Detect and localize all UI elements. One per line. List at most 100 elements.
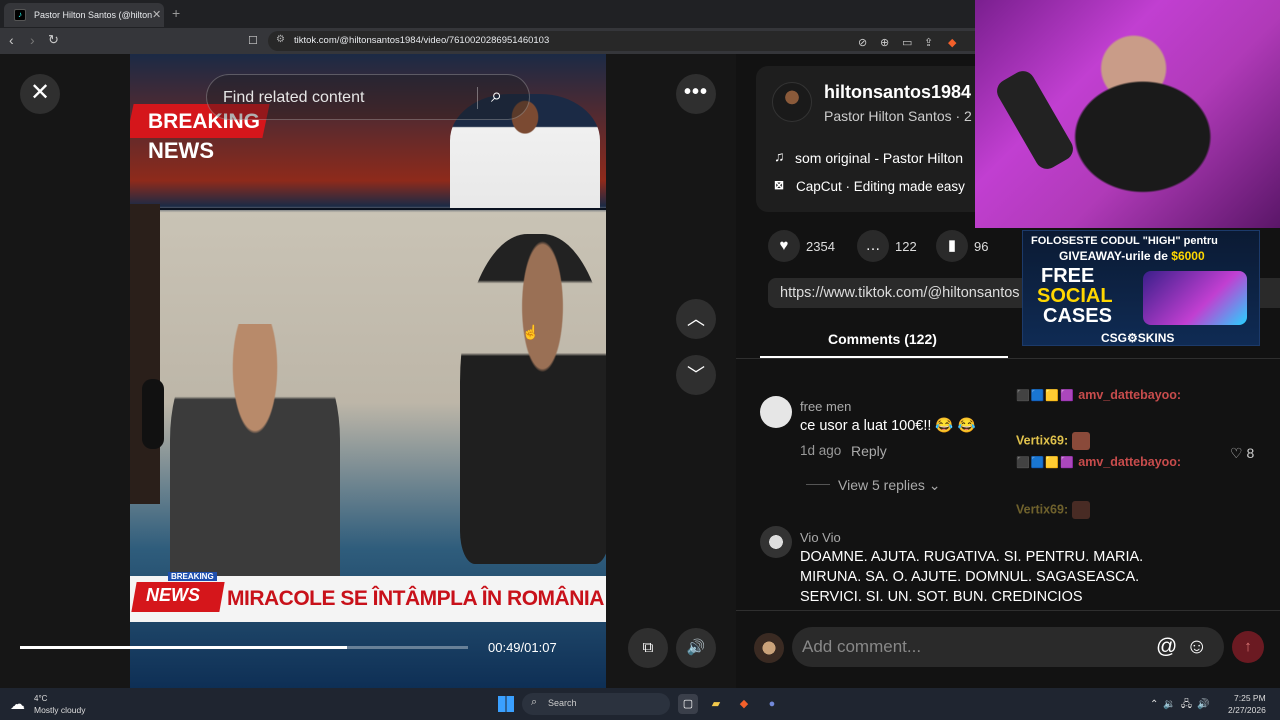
forward-icon[interactable]: ›: [30, 32, 35, 48]
author-username[interactable]: hiltonsantos1984: [824, 82, 971, 103]
clock-time[interactable]: 7:25 PM: [1234, 693, 1266, 703]
bookmark-icon[interactable]: ▮: [936, 230, 968, 262]
cast-icon[interactable]: ▭: [902, 36, 912, 49]
next-video-button[interactable]: ﹀: [676, 355, 716, 395]
zoom-icon[interactable]: ⊕: [880, 36, 889, 49]
brave-browser-icon[interactable]: ◆: [734, 694, 754, 714]
ad-brand-logo: CSG⚙SKINS: [1101, 331, 1175, 345]
headline-text: MIRACOLE SE ÎNTÂMPLA ÎN ROMÂNIA: [227, 587, 604, 610]
site-info-icon[interactable]: ⚙: [276, 34, 285, 45]
heart-icon[interactable]: ♥: [768, 230, 800, 262]
comment-author[interactable]: Vio Vio: [800, 530, 841, 545]
weather-description[interactable]: Mostly cloudy: [34, 705, 86, 715]
search-icon: ⌕: [531, 696, 538, 708]
news-label: NEWS: [148, 138, 214, 163]
bookmark-icon[interactable]: ☐: [248, 34, 258, 47]
address-bar[interactable]: ⚙ tiktok.com/@hiltonsantos1984/video/761…: [268, 31, 988, 51]
system-tray-icons[interactable]: ⌃🔉🖧🔊: [1150, 697, 1214, 714]
comment-avatar[interactable]: [760, 396, 792, 428]
volume-button[interactable]: 🔊: [676, 628, 716, 668]
stream-chat-line: ⬛🟦🟨🟪 amv_dattebayoo:: [1016, 388, 1181, 402]
progress-bar[interactable]: [20, 646, 468, 649]
comment-text-line: MIRUNA. SA. O. AJUTE. DOMNUL. SAGASEASCA…: [800, 569, 1140, 585]
related-search[interactable]: Find related content ⌕: [206, 74, 530, 120]
tiktok-favicon-icon: ♪: [14, 9, 26, 21]
comment-placeholder[interactable]: Add comment...: [802, 637, 921, 657]
mention-icon[interactable]: @: [1156, 635, 1177, 659]
ad-amount: $6000: [1171, 249, 1205, 263]
woman-figure: [170, 324, 340, 614]
taskbar-search-label: Search: [548, 698, 577, 708]
webcam-microphone: [992, 66, 1078, 174]
video-time: 00:49/01:07: [488, 640, 557, 655]
weather-temp[interactable]: 4°C: [34, 694, 47, 703]
tab-close-icon[interactable]: ✕: [152, 8, 161, 21]
clock-date[interactable]: 2/27/2026: [1228, 705, 1266, 715]
stream-chat-line: Vertix69:: [1016, 432, 1090, 450]
chat-username: Vertix69:: [1016, 502, 1069, 517]
reply-button[interactable]: Reply: [851, 443, 887, 459]
comment-input[interactable]: Add comment... @ ☺: [792, 627, 1224, 667]
video-player[interactable]: BREAKING NEWS BREAKING NEWS MIRACOLE SE …: [130, 54, 606, 688]
chat-emote-icon: [1071, 432, 1090, 450]
start-button[interactable]: [498, 696, 514, 712]
music-link[interactable]: som original - Pastor Hilton: [795, 150, 963, 166]
browser-tab[interactable]: ♪ Pastor Hilton Santos (@hilton ✕: [4, 3, 164, 27]
send-button[interactable]: ↑: [1232, 631, 1264, 663]
search-icon[interactable]: ⌕: [491, 85, 502, 108]
close-button[interactable]: ✕: [20, 74, 60, 114]
picture-in-picture-button[interactable]: ⧉: [628, 628, 668, 668]
music-note-icon: ♫: [774, 148, 785, 164]
save-count: 96: [974, 239, 989, 254]
task-view-icon[interactable]: ▢: [678, 694, 698, 714]
view-replies-label: View 5 replies: [838, 477, 925, 493]
url-text[interactable]: tiktok.com/@hiltonsantos1984/video/76100…: [294, 35, 549, 46]
chat-badges-icon: ⬛🟦🟨🟪: [1016, 390, 1075, 402]
tab-divider: [736, 358, 1280, 359]
comment-composer: Add comment... @ ☺ ↑: [736, 610, 1280, 688]
view-replies-button[interactable]: View 5 replies ⌄: [838, 477, 941, 494]
video-area: ✕ BREAKING NEWS BREAKING NEWS MIRACOLE S…: [0, 54, 736, 688]
arrow-up-icon: ↑: [1244, 638, 1252, 655]
comment-icon[interactable]: …: [857, 230, 889, 262]
stream-chat-line: Vertix69:: [1016, 501, 1090, 519]
reload-icon[interactable]: ↻: [48, 32, 59, 48]
tab-title: Pastor Hilton Santos (@hilton: [34, 10, 153, 20]
discord-icon[interactable]: ●: [762, 694, 782, 714]
search-input[interactable]: Find related content: [223, 89, 364, 107]
back-icon[interactable]: ‹: [9, 32, 14, 48]
comment-like-button[interactable]: ♡ 8: [1230, 445, 1254, 462]
windows-taskbar: ☁ 4°C Mostly cloudy ⌕ Search ▢ ▰ ◆ ● ⌃🔉🖧…: [0, 688, 1280, 720]
comment-count: 122: [895, 239, 917, 254]
chevron-down-icon: ﹀: [687, 365, 705, 385]
emoji-icon[interactable]: ☺: [1186, 635, 1207, 659]
user-avatar[interactable]: [754, 633, 784, 663]
share-icon[interactable]: ⇪: [924, 36, 933, 49]
brave-shield-icon[interactable]: ◆: [948, 36, 956, 49]
ad-line-2-text: GIVEAWAY-urile de: [1059, 249, 1172, 263]
comment-avatar[interactable]: [760, 526, 792, 558]
more-options-button[interactable]: •••: [676, 74, 716, 114]
comment-text-line: DOAMNE. AJUTA. RUGATIVA. SI. PENTRU. MAR…: [800, 549, 1144, 565]
frame-divider: [130, 208, 606, 210]
file-explorer-icon[interactable]: ▰: [706, 694, 726, 714]
ad-line-2: GIVEAWAY-urile de $6000: [1059, 249, 1205, 263]
previous-video-button[interactable]: ︿: [676, 299, 716, 339]
eye-off-icon[interactable]: ⊘: [858, 36, 867, 49]
taskbar-search[interactable]: ⌕ Search: [522, 693, 670, 715]
comment-time: 1d ago: [800, 443, 842, 458]
volume-icon: 🔊: [686, 639, 706, 656]
author-avatar[interactable]: [772, 82, 812, 122]
tab-comments[interactable]: Comments (122): [828, 331, 937, 347]
heart-outline-icon: ♡: [1230, 445, 1247, 461]
new-tab-button[interactable]: +: [172, 5, 180, 21]
comment-text-line: SERVICI. SI. UN. SOT. BUN. CREDINCIOS: [800, 589, 1083, 605]
sponsor-ad: FOLOSESTE CODUL "HIGH" pentru GIVEAWAY-u…: [1022, 230, 1260, 346]
capcut-link[interactable]: CapCut · Editing made easy: [796, 179, 965, 194]
chevron-up-icon: ︿: [687, 309, 705, 329]
video-link[interactable]: https://www.tiktok.com/@hiltonsantos: [780, 285, 1020, 301]
comment-author[interactable]: free men: [800, 399, 851, 414]
chat-username: Vertix69:: [1016, 433, 1069, 448]
weather-cloud-icon[interactable]: ☁: [10, 695, 25, 713]
lower-news-label: NEWS: [146, 585, 200, 605]
